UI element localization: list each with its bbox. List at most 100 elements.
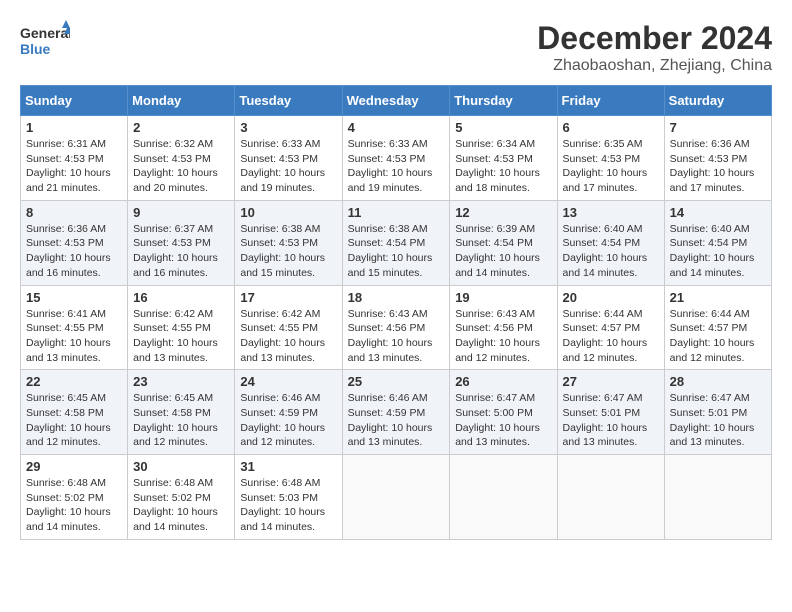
calendar-cell: 7 Sunrise: 6:36 AM Sunset: 4:53 PM Daylig…: [664, 116, 771, 201]
day-number: 2: [133, 120, 229, 135]
day-number: 15: [26, 290, 122, 305]
location-subtitle: Zhaobaoshan, Zhejiang, China: [537, 57, 772, 75]
calendar-cell: 11Sunrise: 6:38 AM Sunset: 4:54 PM Dayli…: [342, 200, 450, 285]
cell-sunrise-sunset-text: Sunrise: 6:46 AM Sunset: 4:59 PM Dayligh…: [240, 391, 336, 450]
cell-sunrise-sunset-text: Sunrise: 6:37 AM Sunset: 4:53 PM Dayligh…: [133, 222, 229, 281]
cell-sunrise-sunset-text: Sunrise: 6:42 AM Sunset: 4:55 PM Dayligh…: [133, 307, 229, 366]
calendar-cell: 24Sunrise: 6:46 AM Sunset: 4:59 PM Dayli…: [235, 370, 342, 455]
day-header-tuesday: Tuesday: [235, 86, 342, 116]
calendar-week-row: 29 Sunrise: 6:48 AM Sunset: 5:02 PM Dayli…: [21, 455, 772, 540]
calendar-cell: 22Sunrise: 6:45 AM Sunset: 4:58 PM Dayli…: [21, 370, 128, 455]
day-number: 12: [455, 205, 551, 220]
day-number: 28: [670, 374, 766, 389]
cell-sunrise-sunset-text: Sunrise: 6:47 AM Sunset: 5:01 PM Dayligh…: [563, 391, 659, 450]
calendar-week-row: 22Sunrise: 6:45 AM Sunset: 4:58 PM Dayli…: [21, 370, 772, 455]
month-title: December 2024: [537, 20, 772, 57]
cell-sunrise-sunset-text: Sunrise: 6:44 AM Sunset: 4:57 PM Dayligh…: [563, 307, 659, 366]
calendar-cell: 19Sunrise: 6:43 AM Sunset: 4:56 PM Dayli…: [450, 285, 557, 370]
calendar-cell: 28Sunrise: 6:47 AM Sunset: 5:01 PM Dayli…: [664, 370, 771, 455]
day-header-friday: Friday: [557, 86, 664, 116]
cell-sunrise-sunset-text: Sunrise: 6:36 AM Sunset: 4:53 PM Dayligh…: [26, 222, 122, 281]
calendar-cell: 20 Sunrise: 6:44 AM Sunset: 4:57 PM Dayli…: [557, 285, 664, 370]
day-number: 31: [240, 459, 336, 474]
day-number: 21: [670, 290, 766, 305]
day-number: 10: [240, 205, 336, 220]
cell-sunrise-sunset-text: Sunrise: 6:42 AM Sunset: 4:55 PM Dayligh…: [240, 307, 336, 366]
calendar-cell: 9 Sunrise: 6:37 AM Sunset: 4:53 PM Daylig…: [128, 200, 235, 285]
calendar-cell: 16 Sunrise: 6:42 AM Sunset: 4:55 PM Dayli…: [128, 285, 235, 370]
calendar-cell: 27 Sunrise: 6:47 AM Sunset: 5:01 PM Dayli…: [557, 370, 664, 455]
calendar-cell: 2 Sunrise: 6:32 AM Sunset: 4:53 PM Daylig…: [128, 116, 235, 201]
calendar-cell: 6 Sunrise: 6:35 AM Sunset: 4:53 PM Daylig…: [557, 116, 664, 201]
calendar-cell: 14 Sunrise: 6:40 AM Sunset: 4:54 PM Dayli…: [664, 200, 771, 285]
logo: General Blue: [20, 20, 74, 60]
cell-sunrise-sunset-text: Sunrise: 6:44 AM Sunset: 4:57 PM Dayligh…: [670, 307, 766, 366]
cell-sunrise-sunset-text: Sunrise: 6:38 AM Sunset: 4:53 PM Dayligh…: [240, 222, 336, 281]
calendar-cell: [557, 455, 664, 540]
cell-sunrise-sunset-text: Sunrise: 6:45 AM Sunset: 4:58 PM Dayligh…: [26, 391, 122, 450]
cell-sunrise-sunset-text: Sunrise: 6:36 AM Sunset: 4:53 PM Dayligh…: [670, 137, 766, 196]
day-number: 23: [133, 374, 229, 389]
calendar-cell: 18Sunrise: 6:43 AM Sunset: 4:56 PM Dayli…: [342, 285, 450, 370]
cell-sunrise-sunset-text: Sunrise: 6:47 AM Sunset: 5:00 PM Dayligh…: [455, 391, 551, 450]
day-number: 25: [348, 374, 445, 389]
calendar-week-row: 1Sunrise: 6:31 AM Sunset: 4:53 PM Daylig…: [21, 116, 772, 201]
day-number: 18: [348, 290, 445, 305]
cell-sunrise-sunset-text: Sunrise: 6:40 AM Sunset: 4:54 PM Dayligh…: [670, 222, 766, 281]
cell-sunrise-sunset-text: Sunrise: 6:48 AM Sunset: 5:02 PM Dayligh…: [133, 476, 229, 535]
calendar-cell: 17 Sunrise: 6:42 AM Sunset: 4:55 PM Dayli…: [235, 285, 342, 370]
day-number: 27: [563, 374, 659, 389]
calendar-cell: 8 Sunrise: 6:36 AM Sunset: 4:53 PM Daylig…: [21, 200, 128, 285]
cell-sunrise-sunset-text: Sunrise: 6:33 AM Sunset: 4:53 PM Dayligh…: [348, 137, 445, 196]
day-number: 29: [26, 459, 122, 474]
cell-sunrise-sunset-text: Sunrise: 6:48 AM Sunset: 5:02 PM Dayligh…: [26, 476, 122, 535]
calendar-cell: [664, 455, 771, 540]
day-number: 8: [26, 205, 122, 220]
day-number: 7: [670, 120, 766, 135]
calendar-week-row: 15Sunrise: 6:41 AM Sunset: 4:55 PM Dayli…: [21, 285, 772, 370]
day-number: 3: [240, 120, 336, 135]
calendar-cell: 3 Sunrise: 6:33 AM Sunset: 4:53 PM Daylig…: [235, 116, 342, 201]
day-header-wednesday: Wednesday: [342, 86, 450, 116]
cell-sunrise-sunset-text: Sunrise: 6:46 AM Sunset: 4:59 PM Dayligh…: [348, 391, 445, 450]
calendar-cell: 26Sunrise: 6:47 AM Sunset: 5:00 PM Dayli…: [450, 370, 557, 455]
calendar-week-row: 8 Sunrise: 6:36 AM Sunset: 4:53 PM Daylig…: [21, 200, 772, 285]
cell-sunrise-sunset-text: Sunrise: 6:38 AM Sunset: 4:54 PM Dayligh…: [348, 222, 445, 281]
calendar-cell: [450, 455, 557, 540]
day-number: 5: [455, 120, 551, 135]
calendar-cell: 21 Sunrise: 6:44 AM Sunset: 4:57 PM Dayli…: [664, 285, 771, 370]
logo-icon: General Blue: [20, 20, 70, 60]
cell-sunrise-sunset-text: Sunrise: 6:48 AM Sunset: 5:03 PM Dayligh…: [240, 476, 336, 535]
day-number: 14: [670, 205, 766, 220]
calendar-cell: 30 Sunrise: 6:48 AM Sunset: 5:02 PM Dayli…: [128, 455, 235, 540]
calendar-cell: 23 Sunrise: 6:45 AM Sunset: 4:58 PM Dayli…: [128, 370, 235, 455]
day-number: 20: [563, 290, 659, 305]
day-header-monday: Monday: [128, 86, 235, 116]
calendar-cell: 1Sunrise: 6:31 AM Sunset: 4:53 PM Daylig…: [21, 116, 128, 201]
cell-sunrise-sunset-text: Sunrise: 6:39 AM Sunset: 4:54 PM Dayligh…: [455, 222, 551, 281]
day-header-sunday: Sunday: [21, 86, 128, 116]
day-number: 16: [133, 290, 229, 305]
day-number: 30: [133, 459, 229, 474]
day-number: 6: [563, 120, 659, 135]
svg-text:Blue: Blue: [20, 41, 51, 57]
calendar-cell: [342, 455, 450, 540]
calendar-table: SundayMondayTuesdayWednesdayThursdayFrid…: [20, 85, 772, 540]
cell-sunrise-sunset-text: Sunrise: 6:45 AM Sunset: 4:58 PM Dayligh…: [133, 391, 229, 450]
cell-sunrise-sunset-text: Sunrise: 6:32 AM Sunset: 4:53 PM Dayligh…: [133, 137, 229, 196]
day-number: 4: [348, 120, 445, 135]
calendar-cell: 12 Sunrise: 6:39 AM Sunset: 4:54 PM Dayli…: [450, 200, 557, 285]
cell-sunrise-sunset-text: Sunrise: 6:33 AM Sunset: 4:53 PM Dayligh…: [240, 137, 336, 196]
cell-sunrise-sunset-text: Sunrise: 6:31 AM Sunset: 4:53 PM Dayligh…: [26, 137, 122, 196]
calendar-cell: 5 Sunrise: 6:34 AM Sunset: 4:53 PM Daylig…: [450, 116, 557, 201]
day-header-saturday: Saturday: [664, 86, 771, 116]
cell-sunrise-sunset-text: Sunrise: 6:35 AM Sunset: 4:53 PM Dayligh…: [563, 137, 659, 196]
calendar-cell: 29 Sunrise: 6:48 AM Sunset: 5:02 PM Dayli…: [21, 455, 128, 540]
day-number: 13: [563, 205, 659, 220]
day-header-thursday: Thursday: [450, 86, 557, 116]
day-number: 17: [240, 290, 336, 305]
calendar-header-row: SundayMondayTuesdayWednesdayThursdayFrid…: [21, 86, 772, 116]
day-number: 9: [133, 205, 229, 220]
cell-sunrise-sunset-text: Sunrise: 6:34 AM Sunset: 4:53 PM Dayligh…: [455, 137, 551, 196]
calendar-cell: 31 Sunrise: 6:48 AM Sunset: 5:03 PM Dayli…: [235, 455, 342, 540]
